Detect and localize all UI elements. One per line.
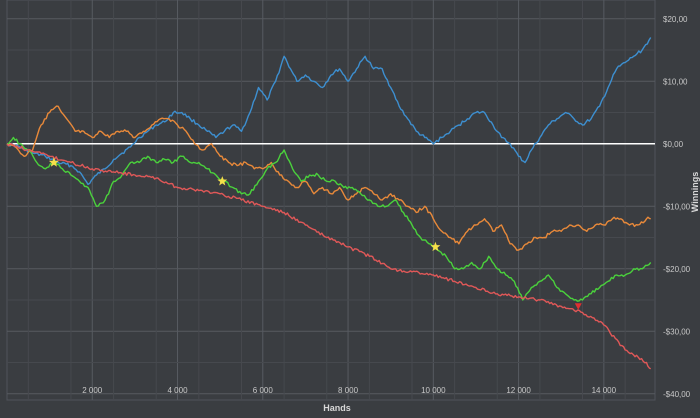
y-tick-label: -$10,00 <box>663 202 691 211</box>
y-tick-label: $0,00 <box>663 140 684 149</box>
x-tick-label: 4 000 <box>168 386 189 395</box>
y-tick-label: $20,00 <box>663 15 688 24</box>
series-line-3 <box>6 136 652 302</box>
x-axis-label: Hands <box>323 403 351 413</box>
grid-layer <box>6 0 656 401</box>
x-tick-label: 6 000 <box>253 386 274 395</box>
x-tick-label: 12 000 <box>506 386 531 395</box>
y-tick-label: $10,00 <box>663 77 688 86</box>
star-marker <box>430 241 441 252</box>
series-line-1 <box>6 37 652 186</box>
series-line-4 <box>6 143 652 370</box>
plot-frame <box>6 0 656 401</box>
series-line-2 <box>6 105 651 251</box>
winnings-chart: 2 000 4 000 6 000 8 000 10 000 12 000 14 000 $… <box>0 0 700 413</box>
y-tick-label: -$30,00 <box>663 327 691 336</box>
y-tick-labels: $20,00 $10,00 $0,00 -$10,00 -$20,00 -$30,00 -$… <box>663 15 691 399</box>
x-tick-label: 14 000 <box>592 386 617 395</box>
x-tick-label: 2 000 <box>82 386 103 395</box>
marker-layer <box>48 157 582 310</box>
y-tick-label: -$40,00 <box>663 390 691 399</box>
x-tick-label: 8 000 <box>338 386 359 395</box>
y-axis-label: Winnings <box>690 172 700 212</box>
triangle-marker <box>574 303 582 310</box>
series-layer <box>6 37 652 370</box>
y-tick-label: -$20,00 <box>663 265 691 274</box>
chart-svg: 2 000 4 000 6 000 8 000 10 000 12 000 14 000 $… <box>6 0 700 413</box>
x-tick-label: 10 000 <box>421 386 446 395</box>
